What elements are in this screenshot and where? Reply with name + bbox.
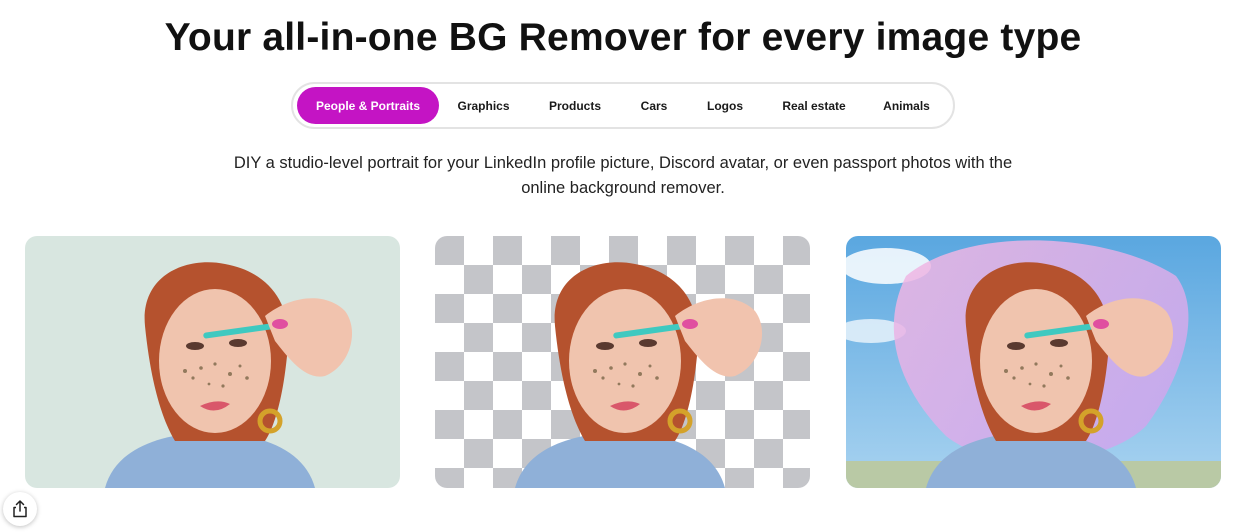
page-headline: Your all-in-one BG Remover for every ima… [164, 16, 1082, 59]
transparent-portrait-image [435, 236, 810, 488]
original-photo-card [25, 236, 400, 488]
tab-animals[interactable]: Animals [864, 87, 949, 124]
tab-logos[interactable]: Logos [686, 87, 764, 124]
share-icon [13, 500, 27, 518]
tab-description: DIY a studio-level portrait for your Lin… [233, 154, 1013, 197]
category-tabs: People & Portraits Graphics Products Car… [291, 82, 955, 129]
tab-people-portraits[interactable]: People & Portraits [297, 87, 439, 124]
tab-cars[interactable]: Cars [622, 87, 686, 124]
new-background-card [846, 236, 1221, 488]
removed-background-card [435, 236, 810, 488]
tab-graphics[interactable]: Graphics [439, 87, 528, 124]
tab-real-estate[interactable]: Real estate [764, 87, 864, 124]
share-button[interactable] [3, 492, 37, 526]
replaced-background-portrait-image [846, 236, 1221, 488]
original-portrait-image [25, 236, 400, 488]
tab-products[interactable]: Products [528, 87, 622, 124]
